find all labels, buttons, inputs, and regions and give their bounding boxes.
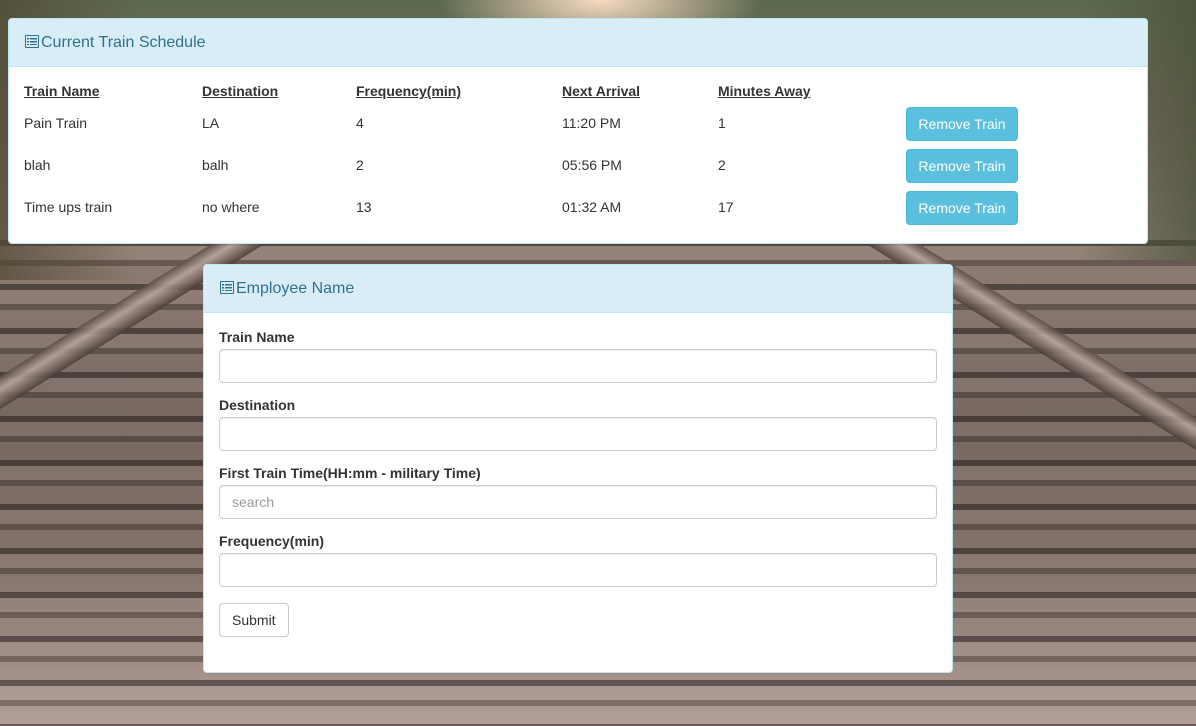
submit-button[interactable]: Submit xyxy=(219,603,289,637)
row-1-train-name: Pain Train xyxy=(24,115,88,131)
column-header-train-name: Train Name xyxy=(24,83,100,99)
first-train-time-input[interactable] xyxy=(219,485,937,519)
schedule-table: Train Name Destination Frequency(min) Ne… xyxy=(9,67,1147,243)
column-header-next-arrival: Next Arrival xyxy=(562,83,641,99)
remove-train-button-3[interactable]: Remove Train xyxy=(906,191,1018,225)
add-train-title: Employee Name xyxy=(236,279,355,297)
train-name-input[interactable] xyxy=(219,349,937,383)
frequency-label: Frequency(min) xyxy=(219,533,325,549)
row-3-train-name: Time ups train xyxy=(24,199,113,215)
row-2-destination: balh xyxy=(202,157,229,173)
row-3-minutes-away: 17 xyxy=(718,199,734,215)
list-alt-icon xyxy=(25,35,39,48)
frequency-group: Frequency(min) xyxy=(219,533,937,587)
row-1-next-arrival: 11:20 PM xyxy=(562,115,621,131)
column-header-destination: Destination xyxy=(202,83,279,99)
first-train-time-group: First Train Time(HH:mm - military Time) xyxy=(219,465,937,519)
add-train-panel-heading: Employee Name xyxy=(204,265,952,313)
list-alt-icon xyxy=(220,281,234,294)
add-train-form: Train Name Destination First Train Time(… xyxy=(204,313,952,637)
row-3-next-arrival: 01:32 AM xyxy=(562,199,622,215)
column-header-minutes-away: Minutes Away xyxy=(718,83,811,99)
row-3-destination: no where xyxy=(202,199,260,215)
remove-train-button-1[interactable]: Remove Train xyxy=(906,107,1018,141)
schedule-panel-heading: Current Train Schedule xyxy=(9,19,1147,67)
schedule-title: Current Train Schedule xyxy=(41,33,206,51)
train-name-group: Train Name xyxy=(219,329,937,383)
row-3-frequency: 13 xyxy=(356,199,372,215)
destination-label: Destination xyxy=(219,397,296,413)
first-train-time-label: First Train Time(HH:mm - military Time) xyxy=(219,465,481,481)
row-1-destination: LA xyxy=(202,115,220,131)
schedule-panel: Current Train Schedule Train Name Destin… xyxy=(8,18,1148,244)
row-1-minutes-away: 1 xyxy=(718,115,726,131)
row-2-train-name: blah xyxy=(24,157,51,173)
destination-group: Destination xyxy=(219,397,937,451)
train-name-label: Train Name xyxy=(219,329,295,345)
add-train-panel: Employee Name Train Name Destination Fir… xyxy=(203,264,953,673)
frequency-input[interactable] xyxy=(219,553,937,587)
column-header-frequency: Frequency(min) xyxy=(356,83,462,99)
row-2-minutes-away: 2 xyxy=(718,157,726,173)
row-1-frequency: 4 xyxy=(356,115,364,131)
remove-train-button-2[interactable]: Remove Train xyxy=(906,149,1018,183)
destination-input[interactable] xyxy=(219,417,937,451)
row-2-frequency: 2 xyxy=(356,157,364,173)
row-2-next-arrival: 05:56 PM xyxy=(562,157,622,173)
